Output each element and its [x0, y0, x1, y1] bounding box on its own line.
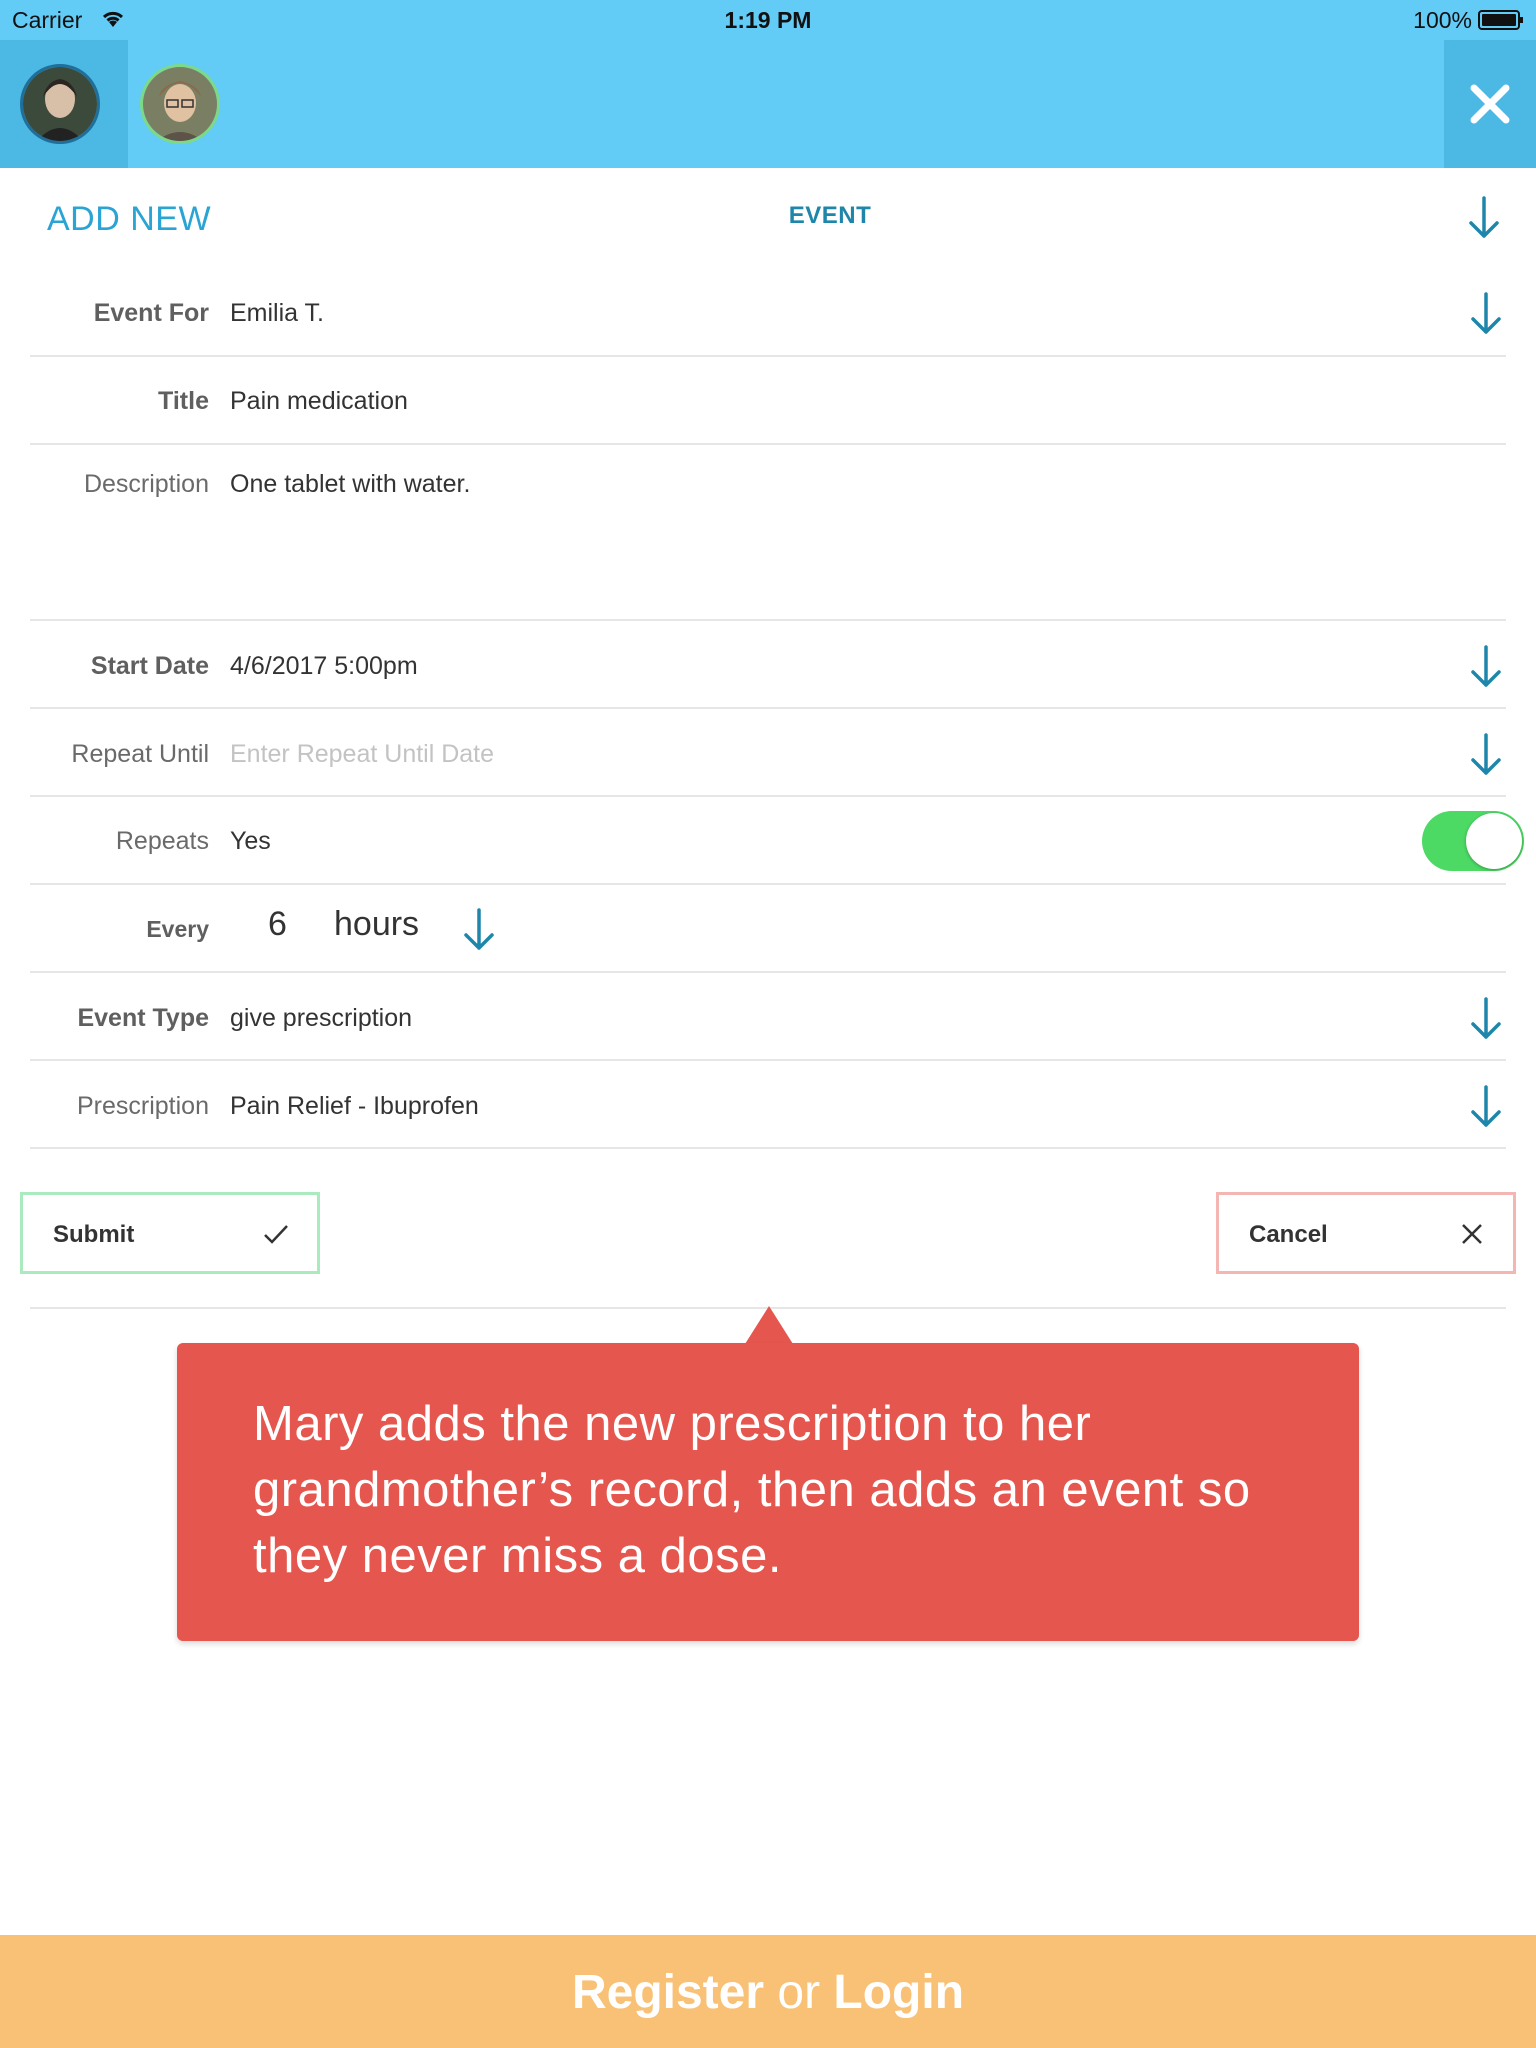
- divider: [30, 355, 1506, 357]
- arrow-down-icon[interactable]: [1468, 733, 1504, 777]
- callout-pointer: [745, 1306, 793, 1344]
- status-bar: Carrier 1:19 PM 100%: [0, 0, 1536, 40]
- cancel-label: Cancel: [1249, 1221, 1328, 1248]
- person-photo-icon: [143, 67, 217, 141]
- form-heading: EVENT: [788, 202, 872, 229]
- checkmark-icon: [264, 1225, 288, 1244]
- top-header: [0, 40, 1536, 168]
- arrow-down-icon[interactable]: [1466, 196, 1502, 240]
- every-label: Every: [146, 916, 209, 942]
- repeats-toggle[interactable]: [1422, 811, 1524, 871]
- footer-or: or: [777, 1966, 821, 2019]
- battery-icon: [1478, 10, 1523, 30]
- divider: [30, 443, 1506, 445]
- divider: [30, 619, 1506, 621]
- event-for-value[interactable]: Emilia T.: [230, 299, 324, 328]
- register-login-bar[interactable]: Register or Login: [0, 1935, 1536, 2048]
- description-label: Description: [83, 470, 209, 498]
- close-icon: [1462, 1224, 1482, 1244]
- title-label: Title: [158, 387, 209, 415]
- start-date-label: Start Date: [90, 652, 209, 680]
- start-date-field[interactable]: 4/6/2017 5:00pm: [230, 652, 418, 681]
- divider: [30, 1059, 1506, 1061]
- callout-text: Mary adds the new prescription to her gr…: [253, 1397, 1251, 1583]
- every-number[interactable]: 6: [268, 905, 287, 944]
- divider: [30, 795, 1506, 797]
- close-icon: [1470, 84, 1510, 124]
- divider: [30, 971, 1506, 973]
- divider: [30, 707, 1506, 709]
- clock: 1:19 PM: [724, 7, 812, 33]
- arrow-down-icon[interactable]: [1468, 1085, 1504, 1129]
- every-unit[interactable]: hours: [334, 905, 419, 944]
- prescription-label: Prescription: [77, 1092, 209, 1120]
- footer-text: Register or Login: [0, 1965, 1536, 2020]
- login-link[interactable]: Login: [833, 1966, 964, 2019]
- arrow-down-icon[interactable]: [1468, 292, 1504, 336]
- event-type-field[interactable]: give prescription: [230, 1004, 412, 1033]
- profile-avatar-2[interactable]: [140, 64, 220, 144]
- event-for-label: Event For: [93, 299, 209, 327]
- repeats-label: Repeats: [115, 827, 209, 855]
- tutorial-callout: Mary adds the new prescription to her gr…: [177, 1343, 1359, 1641]
- register-link[interactable]: Register: [572, 1966, 764, 2019]
- submit-button[interactable]: Submit: [20, 1192, 320, 1274]
- battery-percentage: 100%: [1413, 7, 1472, 33]
- close-button[interactable]: [1444, 40, 1536, 168]
- repeat-until-field[interactable]: Enter Repeat Until Date: [230, 740, 494, 769]
- repeats-value: Yes: [230, 827, 271, 855]
- repeat-until-label: Repeat Until: [71, 740, 209, 768]
- person-photo-icon: [23, 67, 97, 141]
- cancel-button[interactable]: Cancel: [1216, 1192, 1516, 1274]
- prescription-field[interactable]: Pain Relief - Ibuprofen: [230, 1092, 479, 1121]
- submit-label: Submit: [53, 1221, 135, 1248]
- arrow-down-icon[interactable]: [1468, 997, 1504, 1041]
- arrow-down-icon[interactable]: [1468, 645, 1504, 689]
- description-field[interactable]: One tablet with water.: [230, 470, 470, 499]
- arrow-down-icon[interactable]: [461, 908, 497, 952]
- profile-avatar-1[interactable]: [20, 64, 100, 144]
- event-type-label: Event Type: [77, 1004, 209, 1032]
- toggle-knob: [1466, 813, 1522, 869]
- title-field[interactable]: Pain medication: [230, 387, 408, 416]
- divider: [30, 883, 1506, 885]
- divider: [30, 1147, 1506, 1149]
